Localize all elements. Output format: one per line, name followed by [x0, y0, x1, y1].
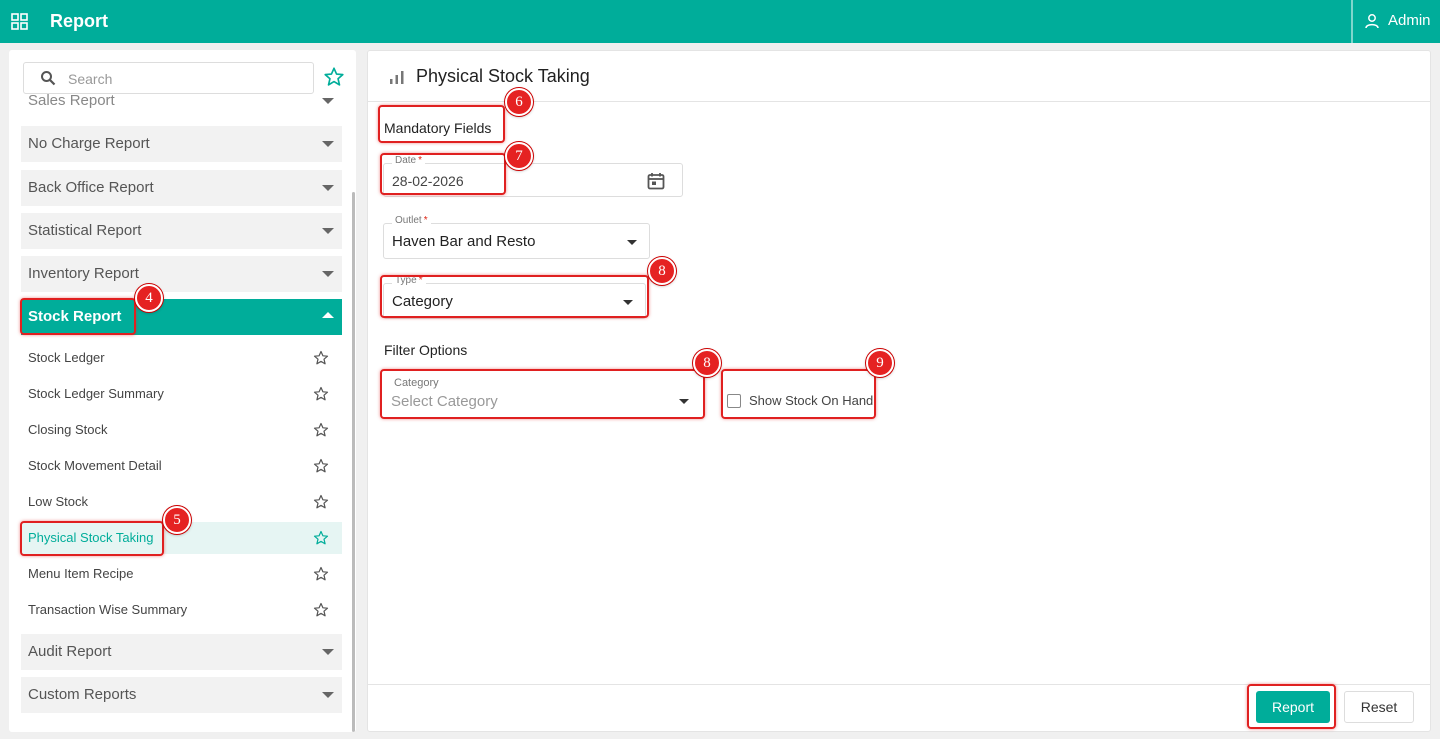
- page-title: Physical Stock Taking: [416, 66, 590, 86]
- star-icon[interactable]: [313, 458, 329, 474]
- section-no-charge-report[interactable]: No Charge Report: [21, 126, 342, 162]
- item-label: Stock Movement Detail: [28, 458, 162, 473]
- type-select[interactable]: Type * Category: [383, 275, 646, 319]
- date-label: Date *: [392, 155, 426, 166]
- section-stock-report[interactable]: Stock Report: [21, 299, 342, 335]
- reset-button[interactable]: Reset: [1344, 691, 1414, 723]
- footer-divider: [368, 684, 1430, 685]
- section-back-office-report[interactable]: Back Office Report: [21, 170, 342, 206]
- sidebar-scrollbar[interactable]: [352, 192, 355, 732]
- date-value: 28-02-2026: [392, 173, 464, 189]
- show-stock-on-hand-checkbox[interactable]: Show Stock On Hand: [727, 393, 873, 408]
- section-label: No Charge Report: [28, 135, 150, 152]
- sidebar-item-stock-ledger[interactable]: Stock Ledger: [21, 342, 342, 374]
- search-box: [23, 62, 314, 94]
- section-label: Inventory Report: [28, 265, 139, 282]
- outlet-value: Haven Bar and Resto: [392, 233, 536, 250]
- section-sales-report[interactable]: Sales Report: [21, 92, 342, 118]
- mandatory-fields-heading: Mandatory Fields: [384, 120, 492, 136]
- top-bar-divider: [1351, 0, 1353, 43]
- sidebar-item-stock-movement-detail[interactable]: Stock Movement Detail: [21, 450, 342, 482]
- dropdown-arrow-icon: [627, 240, 637, 245]
- dropdown-arrow-icon: [623, 300, 633, 305]
- annotation-badge: 5: [163, 506, 191, 534]
- chevron-down-icon: [322, 185, 334, 191]
- star-icon[interactable]: [313, 530, 329, 546]
- search-input[interactable]: [68, 68, 308, 90]
- type-value: Category: [392, 293, 453, 310]
- section-audit-report[interactable]: Audit Report: [21, 634, 342, 670]
- section-label: Stock Report: [28, 308, 122, 325]
- checkbox-box[interactable]: [727, 393, 741, 408]
- section-label: Statistical Report: [28, 222, 142, 239]
- category-placeholder: Select Category: [391, 393, 498, 410]
- annotation-badge: 6: [505, 88, 533, 116]
- section-statistical-report[interactable]: Statistical Report: [21, 213, 342, 249]
- chevron-down-icon: [322, 649, 334, 655]
- section-custom-reports[interactable]: Custom Reports: [21, 677, 342, 713]
- item-label: Low Stock: [28, 494, 88, 509]
- star-icon[interactable]: [313, 350, 329, 366]
- annotation-badge: 9: [866, 349, 894, 377]
- section-label: Custom Reports: [28, 686, 137, 703]
- sidebar-item-stock-ledger-summary[interactable]: Stock Ledger Summary: [21, 378, 342, 410]
- section-label: Audit Report: [28, 643, 112, 660]
- sidebar-item-menu-item-recipe[interactable]: Menu Item Recipe: [21, 558, 342, 590]
- sidebar: Sales Report No Charge Report Back Offic…: [9, 50, 356, 732]
- section-label: Sales Report: [28, 92, 115, 109]
- star-icon[interactable]: [313, 494, 329, 510]
- user-icon: [1365, 13, 1379, 28]
- category-label: Category: [391, 377, 442, 389]
- outlet-select[interactable]: Outlet * Haven Bar and Resto: [383, 215, 650, 259]
- item-label: Stock Ledger: [28, 350, 105, 365]
- annotation-badge: 7: [505, 142, 533, 170]
- bar-chart-icon: [390, 71, 404, 84]
- item-label: Physical Stock Taking: [28, 530, 154, 545]
- item-label: Transaction Wise Summary: [28, 602, 188, 617]
- chevron-down-icon: [322, 692, 334, 698]
- app-title: Report: [50, 11, 108, 31]
- date-field[interactable]: Date * 28-02-2026: [383, 155, 683, 197]
- dropdown-arrow-icon: [679, 399, 689, 404]
- outlet-label: Outlet *: [392, 215, 431, 226]
- annotation-badge: 4: [135, 284, 163, 312]
- category-select[interactable]: Category Select Category: [383, 377, 701, 418]
- favorites-star-icon[interactable]: [323, 66, 345, 88]
- annotation-badge: 8: [648, 257, 676, 285]
- chevron-down-icon: [322, 141, 334, 147]
- item-label: Stock Ledger Summary: [28, 386, 164, 401]
- star-icon[interactable]: [313, 386, 329, 402]
- item-label: Menu Item Recipe: [28, 566, 134, 581]
- item-label: Closing Stock: [28, 422, 108, 437]
- annotation-badge: 8: [693, 349, 721, 377]
- user-name: Admin: [1388, 12, 1431, 29]
- apps-grid-icon[interactable]: [11, 13, 28, 30]
- top-bar: Report Admin: [0, 0, 1440, 43]
- chevron-down-icon: [322, 228, 334, 234]
- sidebar-item-closing-stock[interactable]: Closing Stock: [21, 414, 342, 446]
- chevron-up-icon: [322, 312, 334, 318]
- star-icon[interactable]: [313, 602, 329, 618]
- section-inventory-report[interactable]: Inventory Report: [21, 256, 342, 292]
- sidebar-item-transaction-wise-summary[interactable]: Transaction Wise Summary: [21, 594, 342, 626]
- search-icon: [41, 71, 56, 86]
- report-button[interactable]: Report: [1256, 691, 1330, 723]
- chevron-down-icon: [322, 271, 334, 277]
- chevron-down-icon: [322, 98, 334, 104]
- filter-options-heading: Filter Options: [384, 342, 468, 358]
- calendar-icon[interactable]: [647, 172, 665, 190]
- user-menu[interactable]: Admin: [1364, 12, 1431, 29]
- checkbox-label: Show Stock On Hand: [749, 393, 874, 408]
- section-label: Back Office Report: [28, 179, 154, 196]
- star-icon[interactable]: [313, 566, 329, 582]
- type-label: Type *: [392, 275, 426, 286]
- star-icon[interactable]: [313, 422, 329, 438]
